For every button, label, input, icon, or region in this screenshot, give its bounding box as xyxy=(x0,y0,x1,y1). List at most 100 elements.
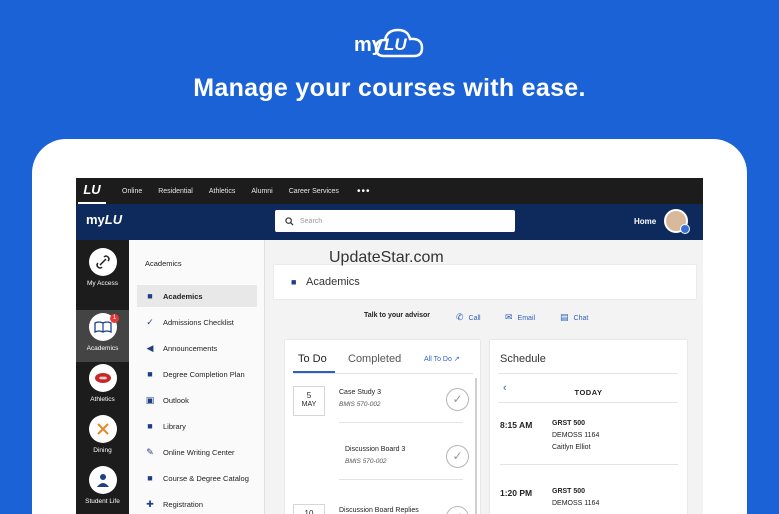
submenu-item-registration[interactable]: ✚ Registration xyxy=(137,493,257,514)
call-button[interactable]: ✆ Call xyxy=(456,312,481,323)
box-icon: ■ xyxy=(291,277,297,287)
lu-home-link[interactable]: LU xyxy=(78,178,106,204)
task-day: 10 xyxy=(304,509,314,514)
rail-item-my-access[interactable]: My Access xyxy=(76,248,129,287)
home-link[interactable]: Home xyxy=(634,217,656,226)
phone-icon: ✆ xyxy=(456,312,464,322)
submenu-item-online-writing-center[interactable]: ✎ Online Writing Center xyxy=(137,441,257,463)
tab-completed[interactable]: Completed xyxy=(348,353,401,365)
header-logo[interactable]: myLU xyxy=(86,212,122,227)
list-item[interactable]: Discussion Board 3 BMIS 570-002 ✓ xyxy=(293,443,469,483)
rail-item-academics[interactable]: 1 Academics xyxy=(76,310,129,362)
divider xyxy=(339,479,463,480)
rail-item-student-life[interactable]: Student Life xyxy=(76,466,129,505)
tablet-home-button xyxy=(714,407,732,425)
tab-todo[interactable]: To Do xyxy=(298,353,327,365)
submenu-label: Online Writing Center xyxy=(163,447,235,457)
task-day: 5 xyxy=(306,391,312,400)
rail-label: Academics xyxy=(86,345,119,352)
submenu-label: Academics xyxy=(163,291,203,301)
chat-button[interactable]: ▤ Chat xyxy=(560,312,588,323)
logo-lu-text: LU xyxy=(384,35,407,54)
schedule-title: Schedule xyxy=(500,353,546,365)
submenu-item-admissions-checklist[interactable]: ✓ Admissions Checklist xyxy=(137,311,257,333)
mail-icon: ✉ xyxy=(505,312,513,322)
rail-label: Student Life xyxy=(85,498,120,505)
task-name: Discussion Board 3 xyxy=(345,446,406,453)
megaphone-icon: ◀ xyxy=(146,342,154,353)
rail-label: Dining xyxy=(93,447,112,454)
event-room: DEMOSS 1164 xyxy=(552,432,600,439)
divider xyxy=(498,373,678,374)
chat-icon: ▤ xyxy=(560,312,569,322)
advisor-label: Talk to your advisor xyxy=(364,312,430,319)
task-date: 10 xyxy=(293,504,325,514)
nav-athletics[interactable]: Athletics xyxy=(209,188,235,195)
top-nav: LU Online Residential Athletics Alumni C… xyxy=(76,178,703,204)
search-input[interactable]: Search xyxy=(300,218,322,225)
task-course-code: BMIS 570-002 xyxy=(339,401,381,408)
all-todo-link[interactable]: All To Do ↗ xyxy=(424,355,460,363)
submenu-label: Library xyxy=(163,421,186,431)
submenu-label: Registration xyxy=(163,499,204,509)
header-logo-lu: LU xyxy=(104,212,123,227)
email-button[interactable]: ✉ Email xyxy=(505,312,535,323)
box-icon: ■ xyxy=(147,421,153,431)
task-month: MAY xyxy=(301,401,317,408)
box-icon: ■ xyxy=(147,473,153,483)
box-icon: ■ xyxy=(147,291,153,301)
more-icon[interactable]: ••• xyxy=(357,186,371,197)
header-logo-my: my xyxy=(86,212,105,227)
academics-card: ■ Academics xyxy=(274,265,696,299)
left-rail: My Access 1 Academics Athletics Dining S… xyxy=(76,240,129,514)
nav-alumni[interactable]: Alumni xyxy=(251,188,272,195)
submenu-item-course-degree-catalog[interactable]: ■ Course & Degree Catalog xyxy=(137,467,257,489)
event-course: GRST 500 xyxy=(552,420,586,427)
promo-headline: Manage your courses with ease. xyxy=(193,74,586,102)
rail-item-dining[interactable]: Dining xyxy=(76,415,129,454)
pencil-icon: ✎ xyxy=(146,446,154,457)
link-icon xyxy=(88,248,117,276)
nav-residential[interactable]: Residential xyxy=(158,188,193,195)
divider xyxy=(500,464,678,465)
submenu-label: Announcements xyxy=(163,343,218,353)
search-icon xyxy=(285,216,294,226)
avatar[interactable] xyxy=(664,209,690,234)
event-instructor: Caitlyn Elliot xyxy=(552,444,591,451)
divider xyxy=(339,422,463,423)
search-box[interactable]: Search xyxy=(275,210,515,232)
submenu-item-degree-completion-plan[interactable]: ■ Degree Completion Plan xyxy=(137,363,257,385)
all-todo-label: All To Do xyxy=(424,356,452,363)
tablet-camera xyxy=(38,402,68,432)
complete-check-icon[interactable]: ✓ xyxy=(446,445,469,468)
nav-online[interactable]: Online xyxy=(122,188,142,195)
submenu-item-academics[interactable]: ■ Academics xyxy=(137,285,257,307)
task-date: 5 MAY xyxy=(293,386,325,416)
check-icon: ✓ xyxy=(146,316,154,327)
schedule-event[interactable]: 8:15 AM GRST 500 DEMOSS 1164 Caitlyn Ell… xyxy=(500,420,680,466)
schedule-event[interactable]: 1:20 PM GRST 500 DEMOSS 1164 xyxy=(500,488,680,514)
complete-check-icon[interactable]: ✓ xyxy=(446,388,469,411)
rail-item-athletics[interactable]: Athletics xyxy=(76,364,129,403)
chat-label: Chat xyxy=(573,315,589,322)
list-item[interactable]: 10 Discussion Board Replies ✓ xyxy=(293,504,469,514)
list-item[interactable]: 5 MAY Case Study 3 BMIS 570-002 ✓ xyxy=(293,386,469,426)
todo-card: To Do Completed All To Do ↗ 5 MAY Case S… xyxy=(285,340,480,514)
submenu-label: Degree Completion Plan xyxy=(163,369,245,379)
submenu-item-library[interactable]: ■ Library xyxy=(137,415,257,437)
academics-submenu: Academics ■ Academics ✓ Admissions Checkli… xyxy=(129,240,265,514)
schedule-day-label: TODAY xyxy=(574,388,603,397)
scrollbar[interactable] xyxy=(475,378,477,514)
submenu-item-outlook[interactable]: ▣ Outlook xyxy=(137,389,257,411)
nav-career-services[interactable]: Career Services xyxy=(289,188,339,195)
task-course-code: BMIS 570-002 xyxy=(345,458,387,465)
divider xyxy=(293,373,473,374)
submenu-label: Admissions Checklist xyxy=(163,317,234,327)
event-room: DEMOSS 1164 xyxy=(552,500,600,507)
event-time: 8:15 AM xyxy=(500,420,533,430)
football-icon xyxy=(88,364,117,392)
submenu-item-announcements[interactable]: ◀ Announcements xyxy=(137,337,257,359)
utensils-icon xyxy=(88,415,117,443)
watermark-text: UpdateStar.com xyxy=(329,249,444,266)
complete-check-icon[interactable]: ✓ xyxy=(446,506,469,514)
